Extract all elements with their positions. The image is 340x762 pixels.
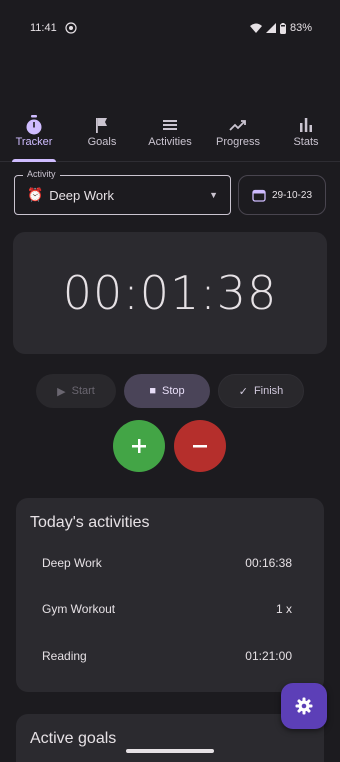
list-icon xyxy=(162,114,178,136)
list-item: Deep Work 00:16:38 xyxy=(42,556,292,570)
notification-icon xyxy=(65,22,77,34)
bar-chart-icon xyxy=(298,114,314,136)
activity-name: Deep Work xyxy=(42,556,102,570)
finish-button[interactable]: ✓ Finish xyxy=(218,374,304,408)
start-button[interactable]: ▶ Start xyxy=(36,374,116,408)
plus-icon xyxy=(132,439,146,453)
start-label: Start xyxy=(71,385,95,397)
gear-icon xyxy=(295,697,313,715)
tab-stats[interactable]: Stats xyxy=(272,108,340,161)
list-item: Gym Workout 1 x xyxy=(42,602,292,616)
activity-dropdown[interactable]: Activity ⏰ Deep Work ▼ xyxy=(14,169,231,215)
activity-value: 01:21:00 xyxy=(245,649,292,663)
chevron-down-icon: ▼ xyxy=(209,190,218,200)
status-time: 11:41 xyxy=(30,22,57,34)
today-activities-card: Today's activities Deep Work 00:16:38 Gy… xyxy=(16,498,324,692)
activity-legend: Activity xyxy=(23,169,60,179)
calendar-icon xyxy=(252,189,266,202)
stop-label: Stop xyxy=(162,385,185,397)
tab-tracker[interactable]: Tracker xyxy=(0,108,68,162)
tab-label: Stats xyxy=(293,136,319,148)
gesture-nav-handle[interactable] xyxy=(126,749,214,753)
finish-label: Finish xyxy=(253,385,284,397)
activity-value: 1 x xyxy=(275,602,292,616)
tab-progress[interactable]: Progress xyxy=(204,108,272,161)
date-picker-button[interactable]: 29-10-23 xyxy=(238,175,326,215)
activity-value: 00:16:38 xyxy=(245,556,292,570)
wifi-icon xyxy=(249,23,262,33)
tab-label: Tracker xyxy=(15,136,53,148)
flag-icon xyxy=(94,114,110,136)
status-right: 83% xyxy=(249,22,312,34)
tab-activities[interactable]: Activities xyxy=(136,108,204,161)
signal-icon xyxy=(265,23,276,33)
activity-name: Gym Workout xyxy=(42,602,116,616)
list-item: Reading 01:21:00 xyxy=(42,649,292,663)
tab-label: Progress xyxy=(215,136,261,148)
stopwatch-icon xyxy=(25,114,43,136)
increment-button[interactable] xyxy=(113,420,165,472)
check-icon: ✓ xyxy=(238,385,248,398)
date-label: 29-10-23 xyxy=(271,189,313,201)
battery-icon xyxy=(279,22,286,34)
activity-name: Reading xyxy=(42,649,87,663)
minus-icon xyxy=(193,445,207,448)
stop-icon: ■ xyxy=(149,385,156,397)
battery-percent: 83% xyxy=(289,22,312,34)
activity-value: Deep Work xyxy=(49,187,114,203)
tab-label: Goals xyxy=(87,136,117,148)
trending-icon xyxy=(229,114,247,136)
stop-button[interactable]: ■ Stop xyxy=(124,374,210,408)
status-left: 11:41 xyxy=(30,22,77,34)
status-bar: 11:41 83% xyxy=(0,0,340,56)
decrement-button[interactable] xyxy=(174,420,226,472)
active-goals-title: Active goals xyxy=(30,730,117,747)
alarm-clock-icon: ⏰ xyxy=(27,187,44,202)
tab-label: Activities xyxy=(148,136,192,148)
tab-goals[interactable]: Goals xyxy=(68,108,136,161)
timer-card: 00:01:38 xyxy=(13,232,327,354)
active-goals-card: Active goals xyxy=(16,714,324,762)
today-activities-title: Today's activities xyxy=(30,514,150,531)
timer-display: 00:01:38 xyxy=(62,266,278,320)
settings-fab[interactable] xyxy=(281,683,327,729)
play-icon: ▶ xyxy=(57,385,66,398)
tab-bar: Tracker Goals Activities Progress Stats xyxy=(0,108,340,162)
